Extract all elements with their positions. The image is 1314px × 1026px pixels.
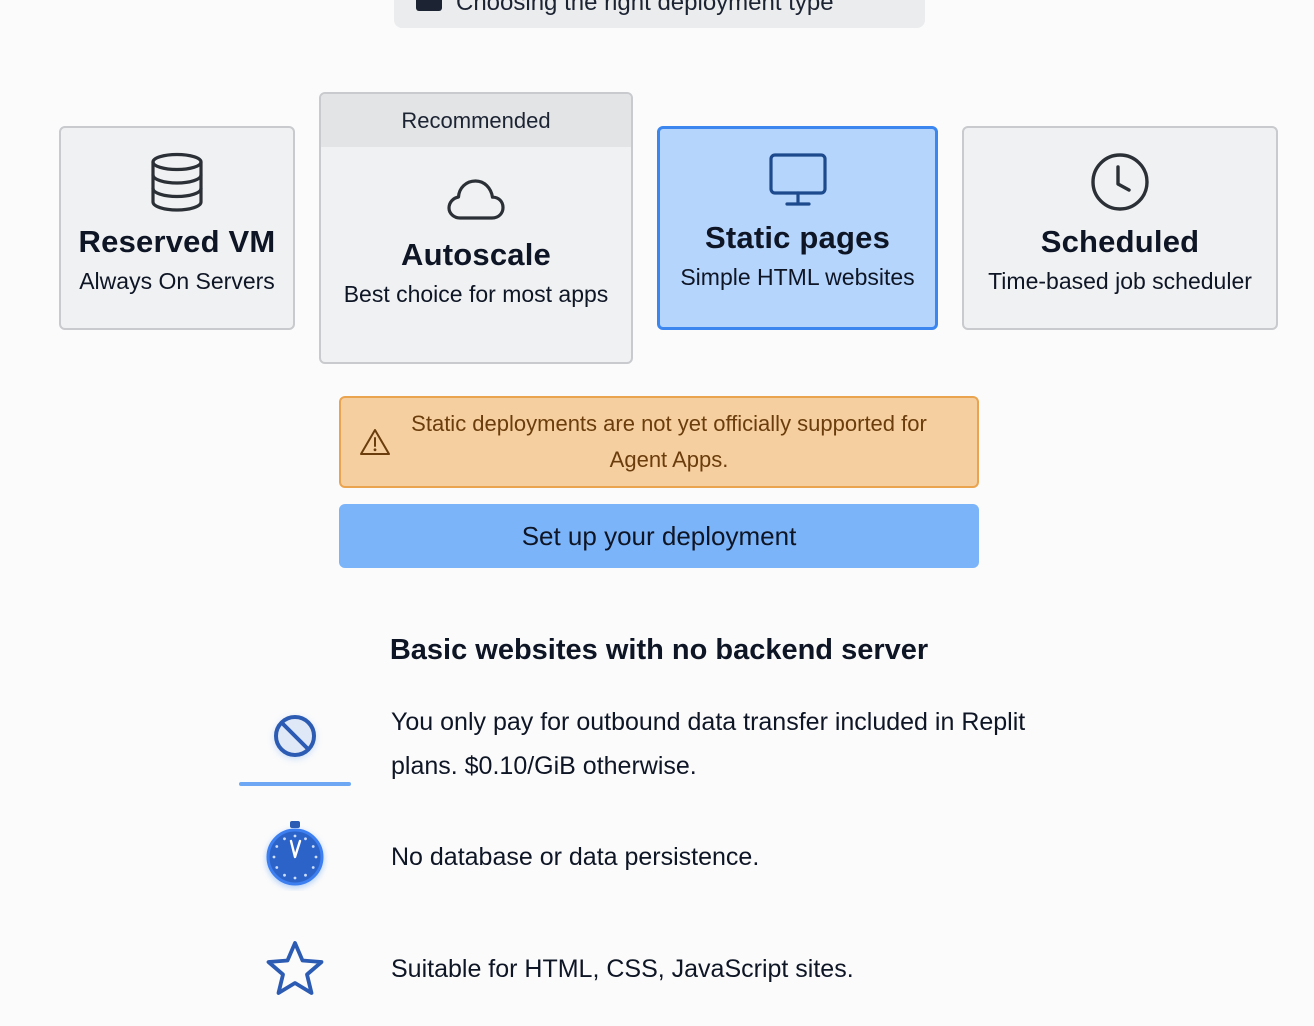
no-entry-icon — [239, 706, 351, 766]
monitor-icon — [768, 152, 828, 208]
warning-text: Static deployments are not yet officiall… — [411, 411, 927, 472]
scheduled-subtitle: Time-based job scheduler — [988, 268, 1252, 294]
deployment-option-autoscale[interactable]: Recommended Autoscale Best choice for mo… — [319, 92, 633, 364]
recommended-badge: Recommended — [321, 94, 631, 147]
star-icon — [255, 938, 335, 1000]
database-icon — [149, 152, 205, 212]
stopwatch-icon — [255, 820, 335, 890]
scheduled-title: Scheduled — [1040, 224, 1200, 259]
static-pages-title: Static pages — [704, 220, 891, 255]
clock-icon — [1090, 152, 1150, 212]
static-deployment-warning: Static deployments are not yet officiall… — [339, 396, 979, 488]
deployment-details-heading: Basic websites with no backend server — [389, 634, 929, 666]
warning-triangle-icon — [359, 428, 391, 461]
setup-deployment-button[interactable]: Set up your deployment — [339, 504, 979, 568]
feature-text: Suitable for HTML, CSS, JavaScript sites… — [391, 955, 854, 983]
book-icon — [416, 0, 442, 11]
deployment-guide-label: Choosing the right deployment type — [456, 0, 834, 16]
reserved-vm-subtitle: Always On Servers — [79, 268, 275, 294]
cloud-icon — [446, 177, 506, 221]
feature-text: You only pay for outbound data transfer … — [391, 708, 1026, 780]
static-pages-subtitle: Simple HTML websites — [680, 264, 915, 290]
deployment-type-page: Choosing the right deployment type Reser… — [0, 0, 1314, 1026]
feature-icon-underline — [239, 782, 351, 786]
autoscale-subtitle: Best choice for most apps — [343, 281, 609, 307]
autoscale-title: Autoscale — [401, 237, 551, 272]
deployment-option-static-pages[interactable]: Static pages Simple HTML websites — [657, 126, 938, 330]
deployment-guide-link[interactable]: Choosing the right deployment type — [394, 0, 925, 28]
deployment-option-scheduled[interactable]: Scheduled Time-based job scheduler — [962, 126, 1278, 330]
feature-text: No database or data persistence. — [391, 843, 760, 871]
reserved-vm-title: Reserved VM — [78, 224, 276, 259]
deployment-option-reserved-vm[interactable]: Reserved VM Always On Servers — [59, 126, 295, 330]
